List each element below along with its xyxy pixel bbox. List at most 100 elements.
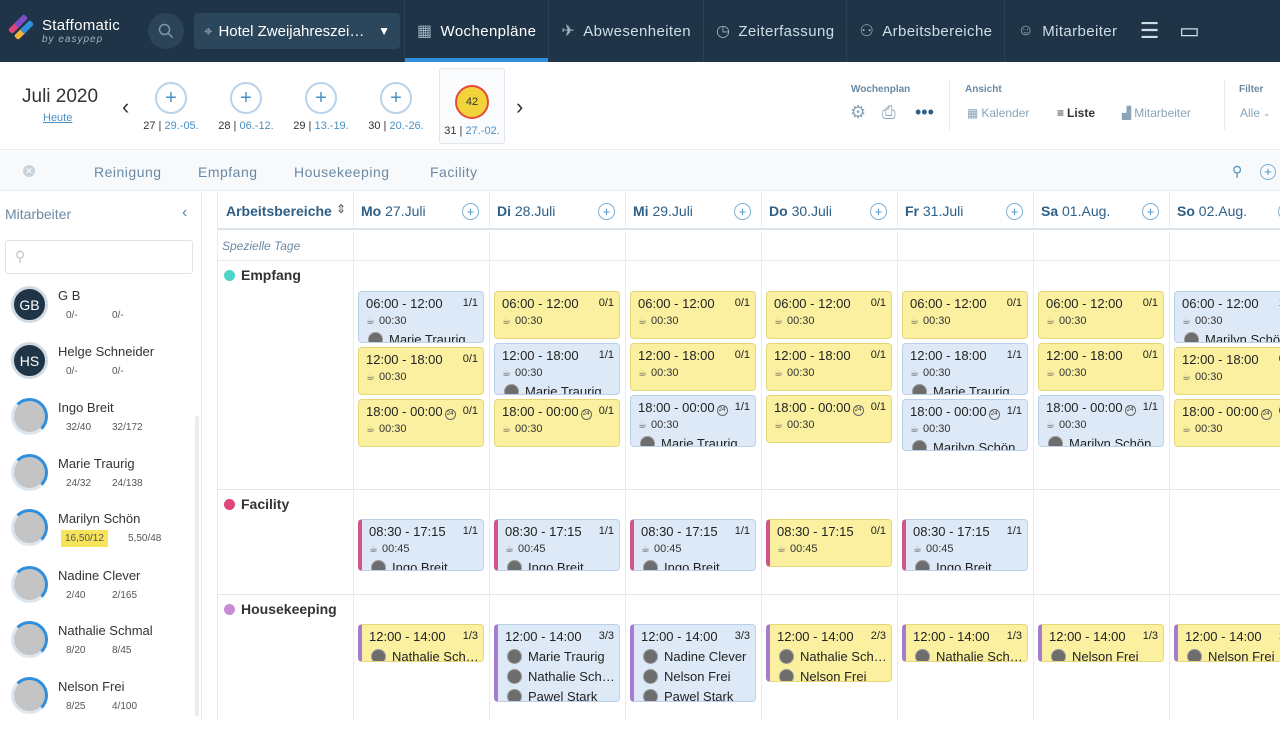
shift-card[interactable]: 12:00 - 14:00 1/3 Nathalie Sch… (902, 624, 1028, 662)
shift-card[interactable]: 12:00 - 14:001/3Nelson Frei (1174, 624, 1280, 662)
pin-icon[interactable]: ⚲ (1232, 163, 1242, 180)
filter-tab-empfang[interactable]: Empfang (198, 164, 258, 180)
add-shift-icon[interactable]: + (598, 203, 615, 220)
nav-abwesenheiten[interactable]: ✈ Abwesenheiten (548, 0, 703, 62)
shift-card[interactable]: 12:00 - 18:000/1☕00:30 (358, 347, 484, 395)
assigned-person[interactable]: Marilyn Schön (912, 440, 1015, 450)
filter-select[interactable]: Alle ⌄ (1240, 106, 1271, 120)
shift-card[interactable]: 06:00 - 12:00 1/1 ☕ 00:30 Marie Traurig (358, 291, 484, 343)
employee-item[interactable]: Marie Traurig 24/32 24/138 (0, 450, 195, 506)
assigned-person[interactable]: Marie Traurig (368, 332, 466, 342)
collapse-sidebar-icon[interactable]: ‹ (182, 204, 187, 222)
assigned-person[interactable]: Marie Traurig (640, 436, 738, 446)
add-filter-icon[interactable]: + (1260, 164, 1276, 180)
shift-card[interactable]: 18:00 - 00:00 24 1/1 ☕ 00:30 Marie Traurig (630, 395, 756, 447)
filter-tab-housekeeping[interactable]: Housekeeping (294, 164, 390, 180)
employee-item[interactable]: Nadine Clever 2/40 2/165 (0, 562, 195, 618)
area-column-header[interactable]: Arbeitsbereiche (226, 203, 332, 219)
shift-card[interactable]: 12:00 - 18:00 1/1 ☕ 00:30 Marie Traurig (902, 343, 1028, 395)
shift-card[interactable]: 12:00 - 18:00 1/1 ☕ 00:30 Marie Traurig (494, 343, 620, 395)
shift-card[interactable]: 08:30 - 17:15 0/1 ☕ 00:45 (766, 519, 892, 567)
hotel-selector[interactable]: ⌖ Hotel Zweijahreszei… ▼ (194, 13, 400, 49)
prev-week-arrow-icon[interactable]: ‹ (122, 94, 129, 120)
assigned-person[interactable]: Nathalie Sch… (779, 649, 887, 664)
shift-card[interactable]: 06:00 - 12:00 0/1 ☕ 00:30 (494, 291, 620, 339)
add-shift-icon[interactable]: + (462, 203, 479, 220)
employee-search-input[interactable]: ⚲ (5, 240, 193, 274)
shift-card[interactable]: 06:00 - 12:00 0/1 ☕ 00:30 (630, 291, 756, 339)
assigned-person[interactable]: Pawel Stark (643, 689, 733, 701)
sort-icon[interactable]: ⇕ (336, 202, 346, 216)
employee-item[interactable]: Ingo Breit 32/40 32/172 (0, 394, 195, 450)
next-week-arrow-icon[interactable]: › (516, 94, 523, 120)
week-28[interactable]: +28 | 06.-12. (211, 82, 281, 132)
week-31-active[interactable]: 42 31 | 27.-02. (439, 68, 505, 144)
assigned-person[interactable]: Ingo Breit (507, 560, 584, 570)
search-button[interactable] (148, 13, 184, 49)
assigned-person[interactable]: Nathalie Sch… (915, 649, 1023, 661)
employee-item[interactable]: Marilyn Schön 16,50/12 5,50/48 (0, 505, 195, 561)
assigned-person[interactable]: Marilyn Schön (1184, 332, 1280, 342)
assigned-person[interactable]: Nelson Frei (1051, 649, 1138, 661)
shift-card[interactable]: 18:00 - 00:00 24 1/1 ☕ 00:30 Marilyn Schön (902, 399, 1028, 451)
shift-card[interactable]: 06:00 - 12:00 0/1 ☕ 00:30 (1038, 291, 1164, 339)
assigned-person[interactable]: Ingo Breit (371, 560, 448, 570)
shift-card[interactable]: 12:00 - 14:00 3/3 Marie Traurig Nathalie Sc… (494, 624, 620, 702)
shift-card[interactable]: 18:00 - 00:00240/1☕00:30 (1174, 399, 1280, 447)
shift-card[interactable]: 12:00 - 18:000/1☕00:30 (1174, 347, 1280, 395)
more-dots-icon[interactable]: ••• (915, 102, 934, 123)
shift-card[interactable]: 12:00 - 14:00 1/3 Nathalie Sch… (358, 624, 484, 662)
shift-card[interactable]: 06:00 - 12:001/1☕00:30Marilyn Schön (1174, 291, 1280, 343)
employee-item[interactable]: HS Helge Schneider 0/- 0/- (0, 338, 195, 394)
nav-mitarbeiter[interactable]: ☺ Mitarbeiter (1004, 0, 1129, 62)
chat-button[interactable]: ▭ (1169, 0, 1209, 62)
assigned-person[interactable]: Ingo Breit (915, 560, 992, 570)
week-29[interactable]: +29 | 13.-19. (286, 82, 356, 132)
view-kalender-button[interactable]: ▦ Kalender (967, 106, 1029, 120)
assigned-person[interactable]: Nathalie Sch… (371, 649, 479, 661)
add-shift-icon[interactable]: + (870, 203, 887, 220)
settings-gear-icon[interactable]: ⚙ (850, 102, 866, 123)
shift-card[interactable]: 08:30 - 17:15 1/1 ☕ 00:45 Ingo Breit (358, 519, 484, 571)
view-liste-button[interactable]: ≡ Liste (1057, 106, 1095, 120)
shift-card[interactable]: 12:00 - 18:000/1☕00:30 (766, 343, 892, 391)
sidebar-scrollbar[interactable] (195, 416, 199, 716)
filter-tab-reinigung[interactable]: Reinigung (94, 164, 162, 180)
menu-button[interactable]: ☰ (1129, 0, 1169, 62)
assigned-person[interactable]: Nadine Clever (643, 649, 746, 664)
shift-card[interactable]: 12:00 - 18:000/1☕00:30 (630, 343, 756, 391)
nav-arbeitsbereiche[interactable]: ⚇ Arbeitsbereiche (846, 0, 1004, 62)
today-link[interactable]: Heute (43, 112, 72, 124)
filter-tab-facility[interactable]: Facility (430, 164, 478, 180)
add-shift-icon[interactable]: + (1006, 203, 1023, 220)
shift-card[interactable]: 08:30 - 17:15 1/1 ☕ 00:45 Ingo Breit (902, 519, 1028, 571)
employee-item[interactable]: Nelson Frei 8/25 4/100 (0, 673, 195, 729)
assigned-person[interactable]: Pawel Stark (507, 689, 597, 701)
shift-card[interactable]: 06:00 - 12:00 0/1 ☕ 00:30 (766, 291, 892, 339)
shift-card[interactable]: 18:00 - 00:00240/1☕00:30 (494, 399, 620, 447)
view-mitarbeiter-button[interactable]: ▟ Mitarbeiter (1122, 106, 1191, 120)
nav-wochenplaene[interactable]: ▦ Wochenpläne (404, 0, 549, 62)
assigned-person[interactable]: Marilyn Schön (1048, 436, 1151, 446)
assigned-person[interactable]: Nelson Frei (779, 669, 866, 681)
shift-card[interactable]: 12:00 - 18:000/1☕00:30 (1038, 343, 1164, 391)
employee-item[interactable]: GB G B 0/- 0/- (0, 282, 195, 338)
shift-card[interactable]: 12:00 - 14:001/3Nelson Frei (1038, 624, 1164, 662)
print-icon[interactable]: ⎙ (882, 103, 896, 123)
shift-card[interactable]: 18:00 - 00:00240/1☕00:30 (358, 399, 484, 447)
assigned-person[interactable]: Nelson Frei (1187, 649, 1274, 661)
shift-card[interactable]: 18:00 - 00:00240/1☕00:30 (766, 395, 892, 443)
shift-card[interactable]: 18:00 - 00:00 24 1/1 ☕ 00:30 Marilyn Schön (1038, 395, 1164, 447)
add-shift-icon[interactable]: + (734, 203, 751, 220)
shift-card[interactable]: 12:00 - 14:00 2/3 Nathalie Sch… Nelson Frei (766, 624, 892, 682)
week-27[interactable]: +27 | 29.-05. (136, 82, 206, 132)
assigned-person[interactable]: Nathalie Sch… (507, 669, 615, 684)
shift-card[interactable]: 08:30 - 17:15 1/1 ☕ 00:45 Ingo Breit (630, 519, 756, 571)
week-30[interactable]: +30 | 20.-26. (361, 82, 431, 132)
assigned-person[interactable]: Marie Traurig (504, 384, 602, 394)
shift-card[interactable]: 08:30 - 17:15 1/1 ☕ 00:45 Ingo Breit (494, 519, 620, 571)
add-shift-icon[interactable]: + (1142, 203, 1159, 220)
assigned-person[interactable]: Nelson Frei (643, 669, 730, 684)
assigned-person[interactable]: Marie Traurig (507, 649, 605, 664)
nav-zeiterfassung[interactable]: ◷ Zeiterfassung (702, 0, 846, 62)
